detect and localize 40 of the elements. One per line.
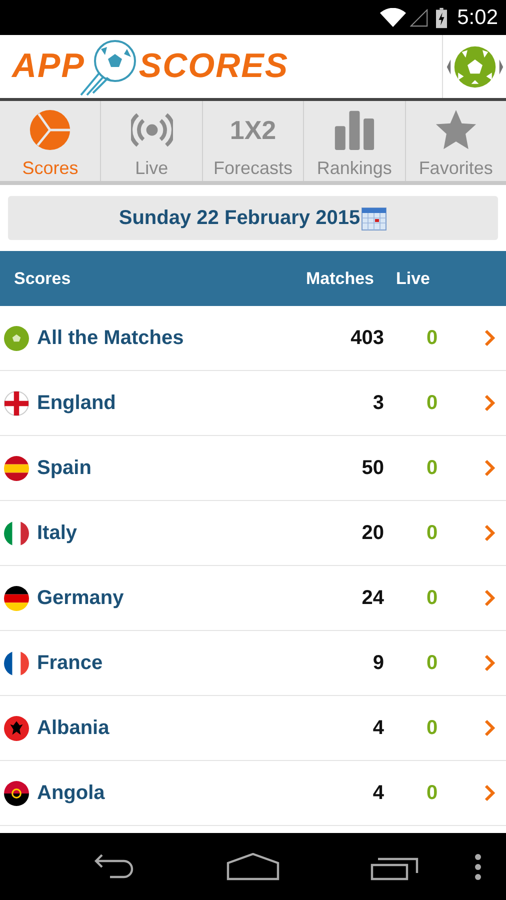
competition-name: France [37, 652, 104, 674]
matches-count: 20 [360, 522, 384, 544]
competition-row[interactable]: Italy 20 0 [0, 501, 506, 566]
matches-count: 4 [372, 716, 384, 740]
competition-row[interactable]: Angola 4 0 [0, 761, 506, 826]
live-count: 0 [425, 326, 439, 350]
competition-name: Angola [37, 782, 106, 804]
competition-name: Germany [37, 586, 125, 610]
matches-count: 9 [372, 652, 384, 674]
competition-row[interactable]: Germany 24 0 [0, 566, 506, 631]
matches-count: 3 [372, 392, 384, 414]
competition-name: England [37, 392, 117, 414]
competition-row[interactable]: Albania 4 0 [0, 696, 506, 761]
competition-row[interactable]: Spain 50 0 [0, 436, 506, 501]
live-count: 0 [425, 652, 439, 674]
column-header: Scores [13, 268, 72, 288]
logo-text: SCORES [138, 47, 289, 86]
competition-row[interactable]: All the Matches 403 0 [0, 306, 506, 371]
competition-name: Albania [37, 716, 110, 740]
live-count: 0 [425, 522, 439, 544]
competition-name: Spain [37, 456, 92, 480]
matches-count: 24 [360, 586, 384, 610]
competition-name: All the Matches [37, 326, 185, 350]
odds-glyph: 1X2 [230, 114, 276, 147]
competition-row[interactable]: England 3 0 [0, 371, 506, 436]
matches-count: 50 [360, 456, 384, 480]
live-count: 0 [425, 782, 439, 804]
competition-name: Italy [37, 522, 78, 544]
status-time: 5:02 [457, 6, 498, 30]
matches-count: 4 [372, 782, 384, 804]
live-count: 0 [425, 456, 439, 480]
matches-count: 403 [350, 326, 384, 350]
logo-text: APP [12, 47, 85, 86]
column-header: Live [394, 268, 432, 288]
competition-row[interactable]: France 9 0 [0, 631, 506, 696]
live-count: 0 [425, 716, 439, 740]
date-button[interactable]: Sunday 22 February 2015 [8, 196, 498, 240]
live-count: 0 [425, 392, 439, 414]
live-count: 0 [425, 586, 439, 610]
column-header: Matches [304, 268, 374, 288]
